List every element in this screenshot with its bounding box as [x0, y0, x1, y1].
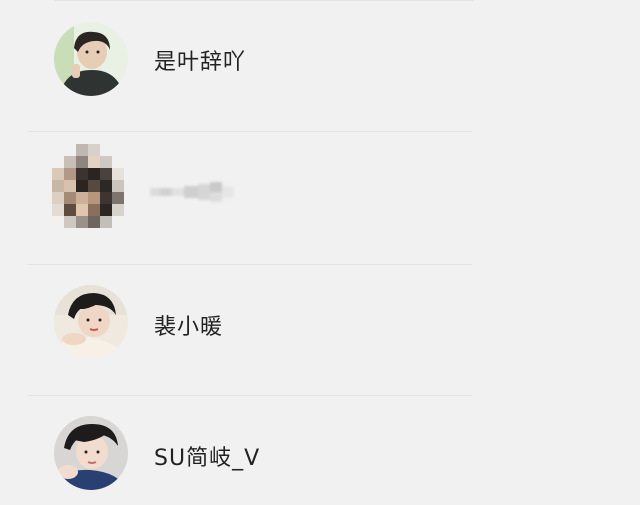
contact-name-blurred [150, 182, 234, 202]
contact-name: 是叶辞吖 [154, 50, 247, 75]
contact-name: 裴小暖 [154, 315, 224, 340]
contact-list: 是叶辞吖 裴小暖 SU简岐_V [0, 0, 640, 505]
contact-item[interactable]: SU简岐_V [0, 396, 640, 505]
contact-item[interactable] [0, 132, 640, 263]
avatar[interactable] [54, 416, 128, 490]
avatar-image [54, 22, 128, 96]
contact-name: SU简岐_V [154, 446, 261, 471]
avatar[interactable] [54, 285, 128, 359]
avatar[interactable] [52, 144, 128, 230]
contact-item[interactable]: 裴小暖 [0, 265, 640, 396]
avatar-image-pixelated [52, 144, 128, 230]
avatar-image [54, 285, 128, 359]
avatar[interactable] [54, 22, 128, 96]
avatar-image [54, 416, 128, 490]
contact-item[interactable]: 是叶辞吖 [0, 0, 640, 131]
